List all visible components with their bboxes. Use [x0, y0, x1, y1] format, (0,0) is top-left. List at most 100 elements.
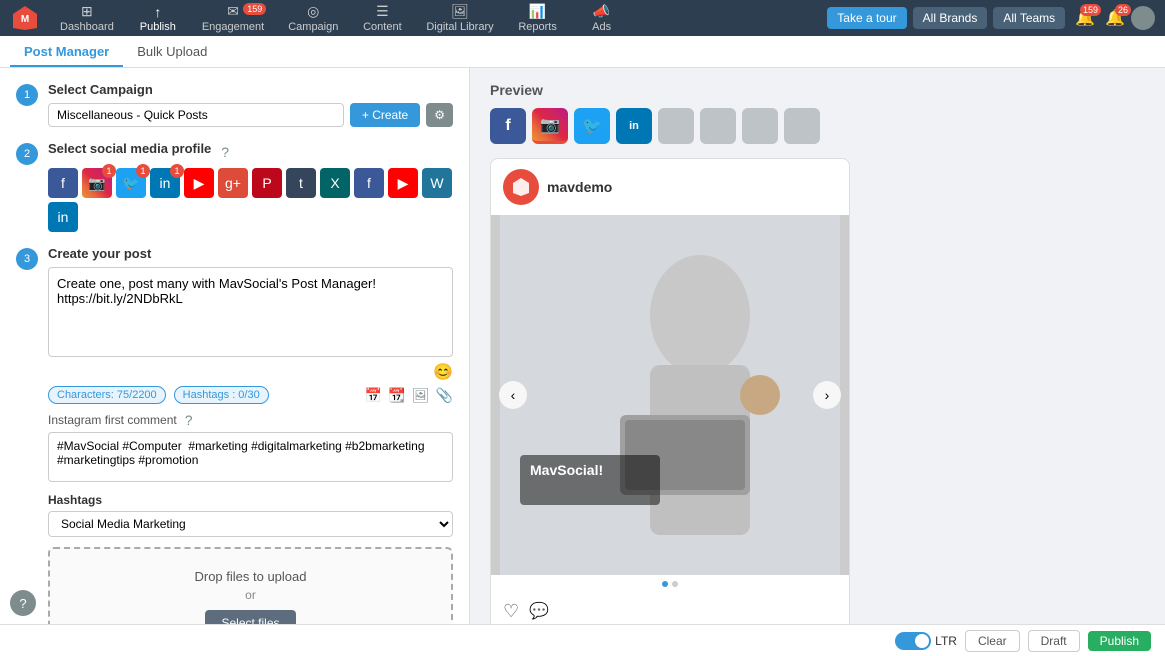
- nav-engagement[interactable]: ✉ Engagement 159: [192, 1, 274, 35]
- nav-publish-label: Publish: [140, 21, 176, 33]
- left-panel: 1 Select Campaign + Create ⚙ 2 Select so…: [0, 68, 470, 624]
- right-panel: Preview f 📷 🐦 in mavdemo: [470, 68, 1165, 624]
- notif-badge: 26: [1115, 4, 1131, 16]
- nav-reports-label: Reports: [518, 21, 557, 33]
- social-profile-tm[interactable]: t: [286, 168, 316, 198]
- nav-campaign[interactable]: ◎ Campaign: [278, 1, 348, 35]
- engagement-icon: ✉: [227, 3, 239, 20]
- social-profile-li2[interactable]: in: [48, 202, 78, 232]
- schedule-button[interactable]: 📅: [365, 387, 382, 404]
- app-logo[interactable]: M: [10, 3, 40, 33]
- social-profile-fb[interactable]: f: [48, 168, 78, 198]
- step-1-circle: 1: [16, 84, 38, 106]
- tw-badge: 1: [136, 164, 150, 178]
- comment-button[interactable]: 💬: [529, 601, 549, 622]
- sub-nav-post-manager[interactable]: Post Manager: [10, 38, 123, 67]
- social-profile-xing[interactable]: X: [320, 168, 350, 198]
- all-teams-button[interactable]: All Teams: [993, 7, 1065, 29]
- take-tour-button[interactable]: Take a tour: [827, 7, 906, 29]
- social-profile-tw[interactable]: 🐦 1: [116, 168, 146, 198]
- instagram-comment-row: Instagram first comment ?: [48, 412, 453, 428]
- avatar[interactable]: [1131, 6, 1155, 30]
- drop-zone[interactable]: Drop files to upload or Select files: [48, 547, 453, 624]
- hashtags-section-label: Hashtags: [48, 493, 453, 507]
- campaign-row: + Create ⚙: [48, 103, 453, 127]
- calendar-button[interactable]: 📆: [388, 387, 405, 404]
- nav-content[interactable]: ☰ Content: [352, 1, 412, 35]
- social-profile-ig[interactable]: 📷 1: [82, 168, 112, 198]
- nav-dashboard[interactable]: ⊞ Dashboard: [50, 1, 124, 35]
- ltr-label: LTR: [935, 634, 957, 648]
- nav-publish[interactable]: ↑ Publish: [128, 2, 188, 35]
- clear-button[interactable]: Clear: [965, 630, 1020, 652]
- campaign-input[interactable]: [48, 103, 344, 127]
- bottom-bar: LTR Clear Draft Publish: [0, 624, 1165, 656]
- nav-reports[interactable]: 📊 Reports: [508, 1, 568, 35]
- gp-icon: g+: [218, 168, 248, 198]
- prev-image-button[interactable]: ‹: [499, 381, 527, 409]
- social-profile-gp[interactable]: g+: [218, 168, 248, 198]
- post-textarea[interactable]: Create one, post many with MavSocial's P…: [48, 267, 453, 357]
- li2-icon: in: [48, 202, 78, 232]
- social-profile-pi[interactable]: P: [252, 168, 282, 198]
- nav-ads[interactable]: 📣 Ads: [572, 1, 632, 35]
- draft-button[interactable]: Draft: [1028, 630, 1080, 652]
- ltr-switch[interactable]: [895, 632, 931, 650]
- create-campaign-button[interactable]: + Create: [350, 103, 420, 127]
- hashtags-select[interactable]: Social Media Marketing: [48, 511, 453, 537]
- fb-icon: f: [48, 168, 78, 198]
- svg-text:MavSocial!: MavSocial!: [530, 462, 603, 478]
- step-1-label: Select Campaign: [48, 82, 453, 97]
- step2-help-icon[interactable]: ?: [221, 144, 229, 160]
- help-fab[interactable]: ?: [10, 590, 36, 616]
- platform-tab-fb[interactable]: f: [490, 108, 526, 144]
- step-3-label: Create your post: [48, 246, 453, 261]
- step-3-content: Create your post Create one, post many w…: [48, 246, 453, 624]
- preview-dots: [491, 575, 849, 593]
- nav-digital-library[interactable]: 🖼 Digital Library: [416, 1, 503, 35]
- post-preview-card: mavdemo MavSocia: [490, 158, 850, 624]
- all-brands-button[interactable]: All Brands: [913, 7, 988, 29]
- like-button[interactable]: ♡: [503, 601, 519, 622]
- social-profile-yt[interactable]: ▶: [184, 168, 214, 198]
- publish-button[interactable]: Publish: [1088, 631, 1151, 651]
- xing-icon: X: [320, 168, 350, 198]
- bell-icon[interactable]: 🔔 159: [1075, 8, 1095, 28]
- social-profile-li[interactable]: in 1: [150, 168, 180, 198]
- notification-icon[interactable]: 🔔 26: [1105, 8, 1125, 28]
- engagement-badge: 159: [243, 3, 266, 15]
- sub-nav: Post Manager Bulk Upload: [0, 36, 1165, 68]
- select-files-button[interactable]: Select files: [205, 610, 295, 624]
- platform-tab-gray1[interactable]: [658, 108, 694, 144]
- platform-tab-gray2[interactable]: [700, 108, 736, 144]
- nav-library-label: Digital Library: [426, 21, 493, 33]
- instagram-help-icon[interactable]: ?: [185, 412, 193, 428]
- yt2-icon: ▶: [388, 168, 418, 198]
- platform-tab-li[interactable]: in: [616, 108, 652, 144]
- gear-button[interactable]: ⚙: [426, 103, 453, 127]
- platform-tab-ig[interactable]: 📷: [532, 108, 568, 144]
- step-3-row: 3 Create your post Create one, post many…: [16, 246, 453, 624]
- publish-icon: ↑: [154, 4, 161, 20]
- social-profile-wp[interactable]: W: [422, 168, 452, 198]
- ltr-toggle: LTR: [895, 632, 957, 650]
- instagram-comment-textarea[interactable]: #MavSocial #Computer #marketing #digital…: [48, 432, 453, 482]
- platform-tab-gray4[interactable]: [784, 108, 820, 144]
- yt-icon: ▶: [184, 168, 214, 198]
- sub-nav-bulk-upload[interactable]: Bulk Upload: [123, 38, 221, 67]
- attachment-button[interactable]: 📎: [436, 387, 453, 404]
- pi-icon: P: [252, 168, 282, 198]
- social-profile-fb2[interactable]: f: [354, 168, 384, 198]
- char-badge: Characters: 75/2200: [48, 386, 166, 404]
- platform-tab-gray3[interactable]: [742, 108, 778, 144]
- step-2-row: 2 Select social media profile ? f 📷 1: [16, 141, 453, 232]
- drop-zone-label: Drop files to upload: [70, 569, 431, 584]
- platform-tab-tw[interactable]: 🐦: [574, 108, 610, 144]
- emoji-button[interactable]: 😊: [433, 364, 453, 381]
- next-image-button[interactable]: ›: [813, 381, 841, 409]
- char-row: Characters: 75/2200 Hashtags : 0/30 📅 📆 …: [48, 386, 453, 404]
- main-layout: 1 Select Campaign + Create ⚙ 2 Select so…: [0, 68, 1165, 624]
- social-profile-yt2[interactable]: ▶: [388, 168, 418, 198]
- image-button[interactable]: 🖼: [412, 387, 430, 404]
- platform-tabs: f 📷 🐦 in: [490, 108, 1145, 144]
